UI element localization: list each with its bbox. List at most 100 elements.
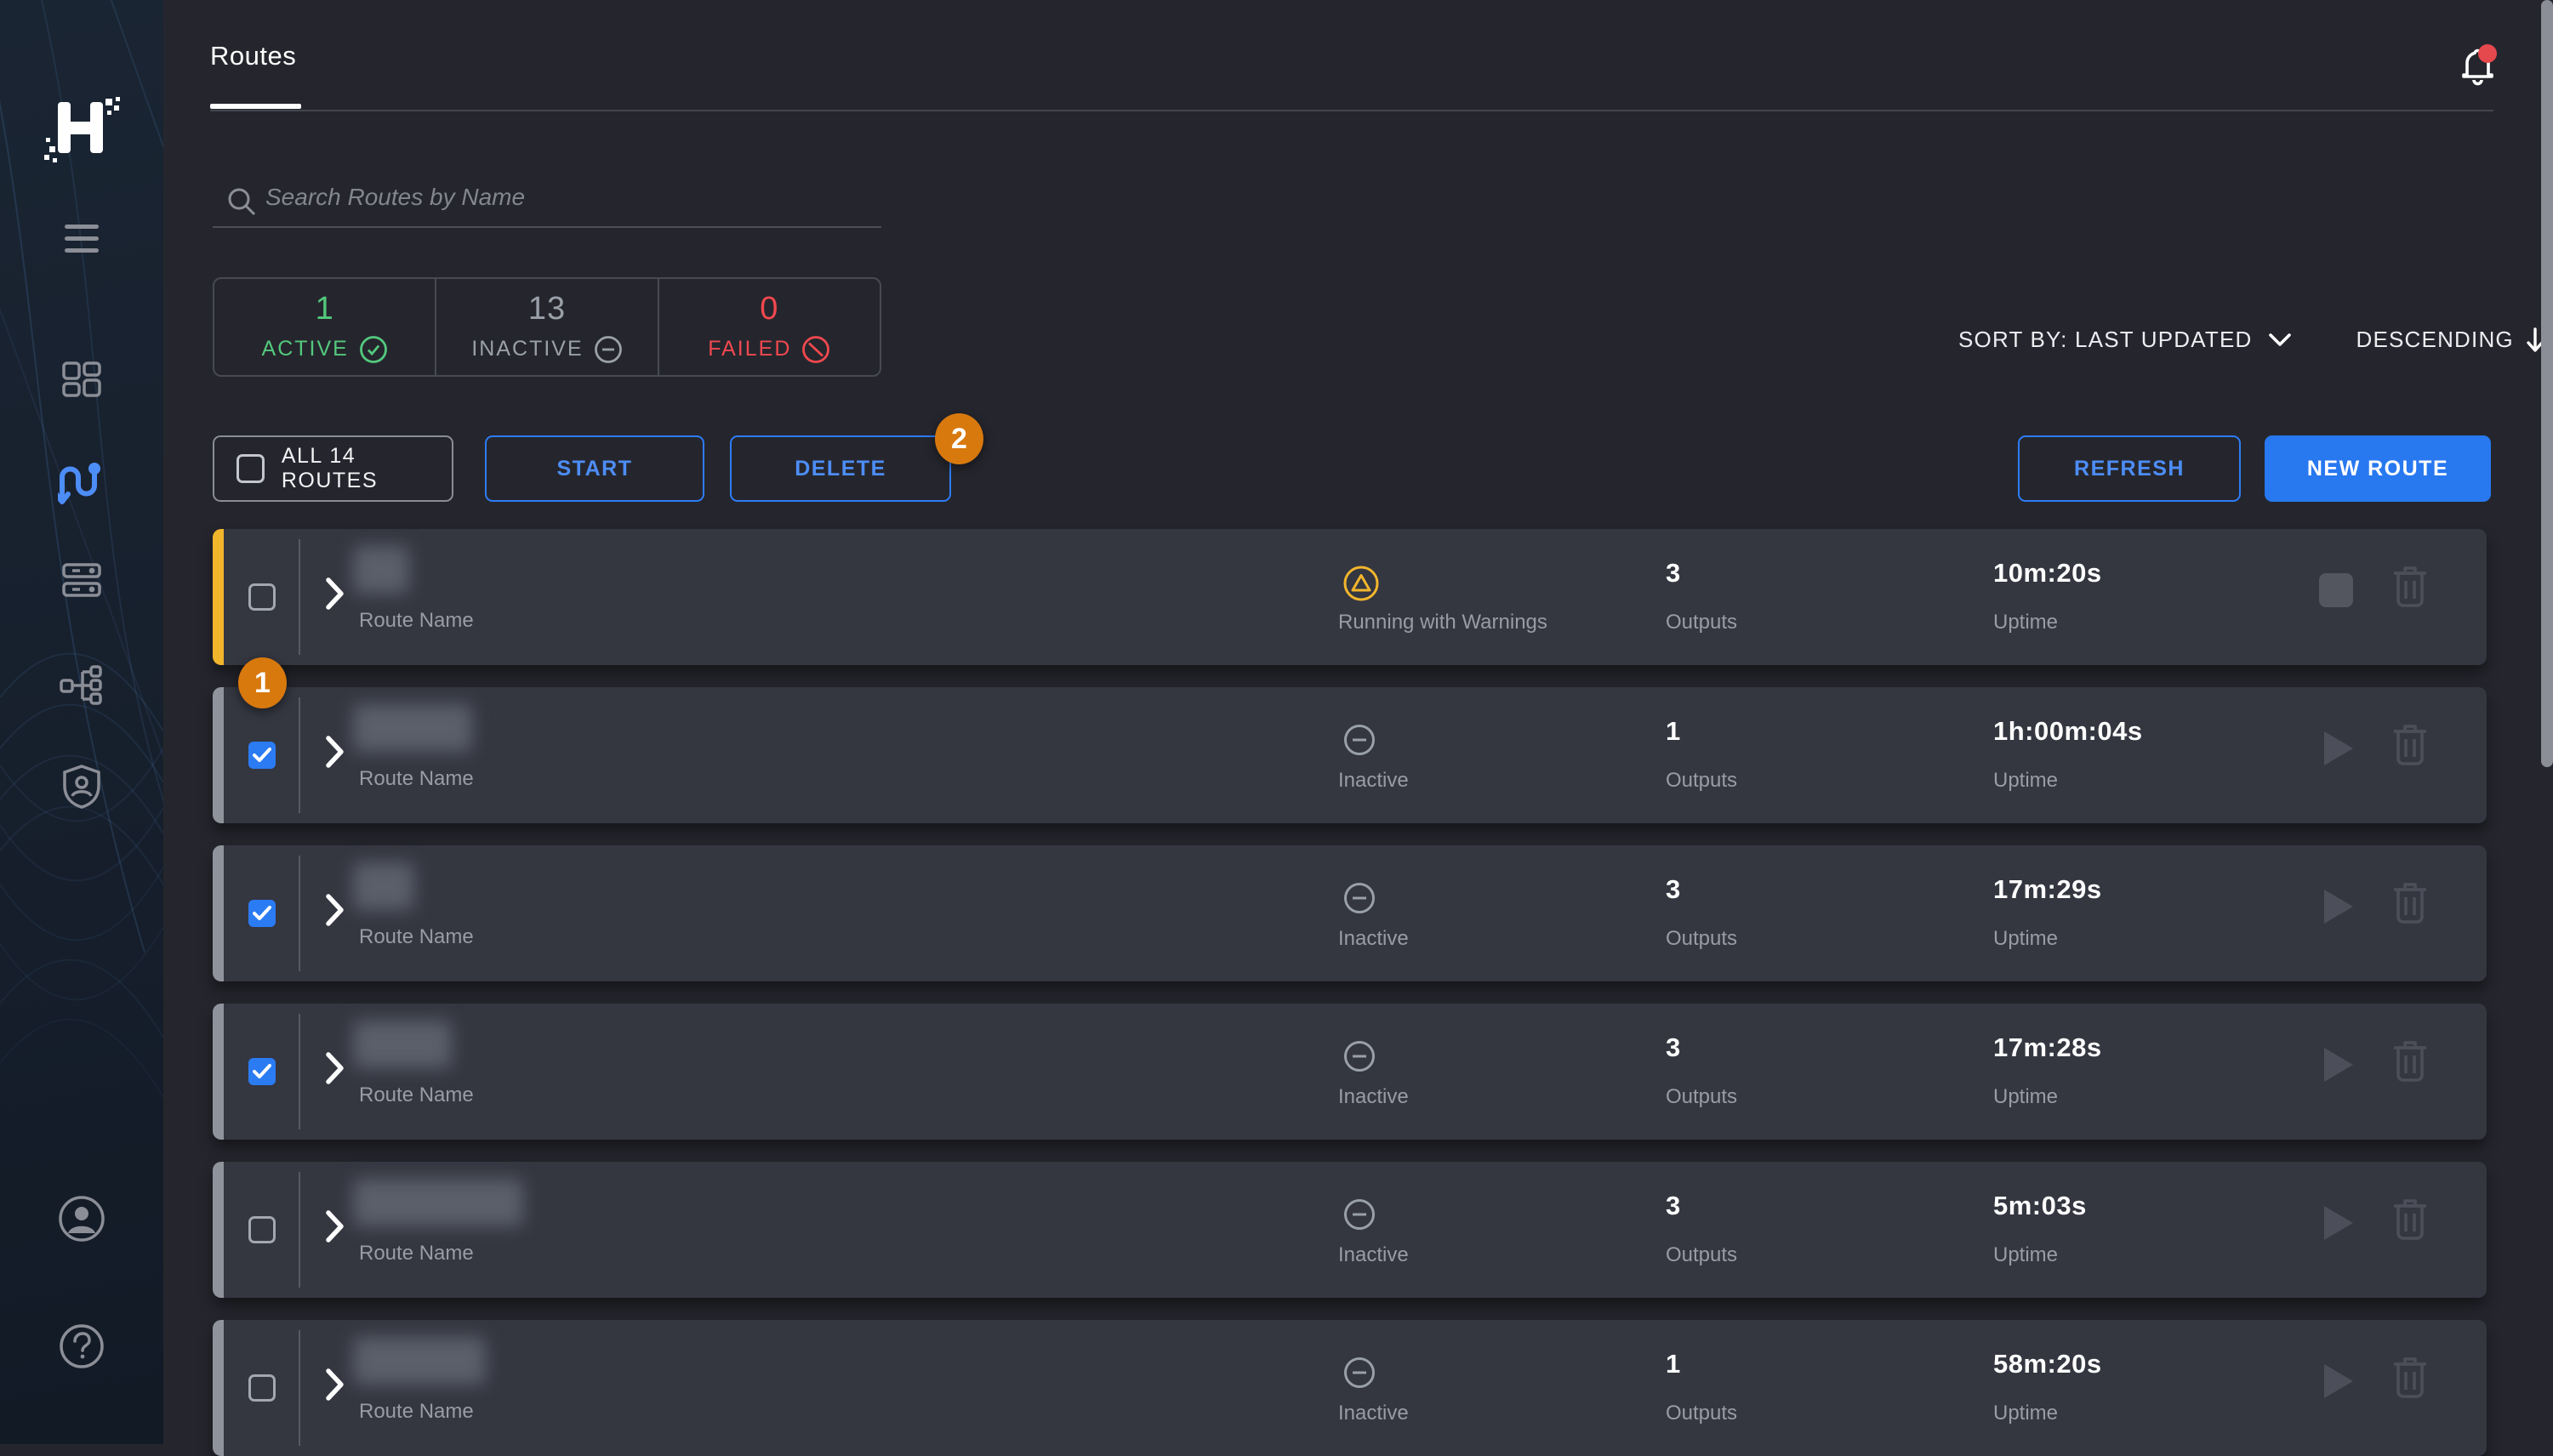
route-name-label: Route Name	[359, 1400, 474, 1424]
play-icon	[2319, 1203, 2356, 1243]
row-checkbox[interactable]	[248, 1058, 276, 1085]
uptime-value: 17m:29s	[1993, 874, 2102, 905]
search-routes	[213, 179, 881, 228]
route-row: Route Name Running with Warnings 3 Outpu…	[213, 529, 2487, 665]
select-all-checkbox[interactable]	[236, 454, 265, 483]
refresh-button[interactable]: REFRESH	[2018, 435, 2241, 502]
outputs-count: 1	[1666, 1349, 1681, 1379]
row-divider	[299, 1014, 300, 1129]
delete-button[interactable]: DELETE	[730, 435, 951, 502]
app-logo	[0, 95, 163, 173]
start-button[interactable]: START	[485, 435, 704, 502]
sort-by-dropdown[interactable]: SORT BY: LAST UPDATED	[1958, 327, 2292, 353]
tab-routes[interactable]: Routes	[210, 41, 296, 71]
delete-route-button[interactable]	[2391, 565, 2430, 613]
row-divider	[299, 697, 300, 813]
sidebar-item-security[interactable]	[0, 764, 163, 810]
uptime-label: Uptime	[1993, 1085, 2058, 1109]
inactive-status-icon	[1342, 723, 1376, 761]
menu-hamburger-icon[interactable]	[0, 223, 163, 255]
check-circle-icon	[359, 335, 388, 364]
route-name-redacted	[353, 1021, 452, 1068]
stat-failed: 0 FAILED	[658, 279, 880, 375]
stop-route-button[interactable]	[2319, 570, 2353, 607]
expand-chevron-icon[interactable]	[325, 893, 345, 931]
select-all-label: ALL 14 ROUTES	[282, 444, 452, 493]
outputs-count: 3	[1666, 1191, 1681, 1221]
search-input[interactable]	[213, 179, 881, 228]
outputs-label: Outputs	[1666, 769, 1737, 793]
stat-inactive: 13 INACTIVE	[435, 279, 657, 375]
route-row: Route Name Inactive 3 Outputs 5m:03s Upt…	[213, 1162, 2487, 1298]
sort-bar: SORT BY: LAST UPDATED DESCENDING	[1958, 327, 2544, 353]
row-accent-bar	[213, 529, 224, 665]
help-icon[interactable]	[0, 1323, 163, 1369]
route-name-redacted	[353, 1337, 486, 1385]
expand-chevron-icon[interactable]	[325, 735, 345, 773]
active-tab-indicator	[210, 104, 301, 109]
start-route-button[interactable]	[2319, 886, 2356, 931]
select-all-routes-button[interactable]: ALL 14 ROUTES	[213, 435, 453, 502]
uptime-value: 5m:03s	[1993, 1191, 2087, 1221]
outputs-count: 3	[1666, 558, 1681, 589]
expand-chevron-icon[interactable]	[325, 577, 345, 615]
uptime-label: Uptime	[1993, 611, 2058, 634]
sort-by-label: SORT BY: LAST UPDATED	[1958, 327, 2253, 353]
delete-route-button[interactable]	[2391, 1356, 2430, 1404]
inactive-count: 13	[528, 291, 566, 327]
delete-route-button[interactable]	[2391, 1039, 2430, 1088]
inactive-status-icon	[1342, 1356, 1376, 1394]
row-checkbox[interactable]	[248, 742, 276, 769]
active-label: ACTIVE	[262, 337, 349, 361]
scrollbar-thumb[interactable]	[2541, 0, 2553, 767]
route-row: Route Name Inactive 1 Outputs 58m:20s Up…	[213, 1320, 2487, 1456]
sort-direction-toggle[interactable]: DESCENDING	[2356, 327, 2544, 353]
expand-chevron-icon[interactable]	[325, 1209, 345, 1248]
sidebar-item-dashboard[interactable]	[0, 361, 163, 401]
account-icon[interactable]	[0, 1195, 163, 1243]
route-status: Inactive	[1338, 1402, 1409, 1425]
outputs-label: Outputs	[1666, 1402, 1737, 1425]
row-accent-bar	[213, 845, 224, 981]
row-checkbox[interactable]	[248, 1216, 276, 1243]
row-checkbox[interactable]	[248, 900, 276, 927]
blocked-circle-icon	[801, 335, 830, 364]
row-checkbox[interactable]	[248, 1374, 276, 1402]
route-name-label: Route Name	[359, 925, 474, 949]
annotation-badge-1: 1	[238, 657, 287, 708]
main-area: Routes 1 ACTIVE 13	[163, 0, 2553, 1444]
start-route-button[interactable]	[2319, 1203, 2356, 1248]
sidebar-item-servers[interactable]	[0, 561, 163, 600]
row-accent-bar	[213, 1162, 224, 1298]
delete-route-button[interactable]	[2391, 723, 2430, 771]
play-icon	[2319, 1044, 2356, 1085]
uptime-label: Uptime	[1993, 769, 2058, 793]
row-divider	[299, 856, 300, 971]
uptime-label: Uptime	[1993, 927, 2058, 951]
expand-chevron-icon[interactable]	[325, 1368, 345, 1406]
route-status: Inactive	[1338, 769, 1409, 793]
expand-chevron-icon[interactable]	[325, 1051, 345, 1089]
outputs-label: Outputs	[1666, 611, 1737, 634]
start-route-button[interactable]	[2319, 1044, 2356, 1089]
outputs-label: Outputs	[1666, 927, 1737, 951]
route-name-label: Route Name	[359, 1242, 474, 1265]
start-route-button[interactable]	[2319, 1361, 2356, 1406]
delete-route-button[interactable]	[2391, 1197, 2430, 1246]
route-row: Route Name Inactive 1 Outputs 1h:00m:04s…	[213, 687, 2487, 823]
stop-icon	[2319, 573, 2353, 607]
uptime-value: 1h:00m:04s	[1993, 716, 2143, 747]
notifications-bell-icon[interactable]	[2455, 43, 2499, 87]
row-divider	[299, 1172, 300, 1288]
sidebar-item-routes[interactable]	[0, 458, 163, 510]
outputs-count: 1	[1666, 716, 1681, 747]
stat-active: 1 ACTIVE	[214, 279, 435, 375]
row-checkbox[interactable]	[248, 583, 276, 611]
uptime-value: 10m:20s	[1993, 558, 2102, 589]
start-route-button[interactable]	[2319, 728, 2356, 773]
route-name-label: Route Name	[359, 767, 474, 791]
row-divider	[299, 539, 300, 655]
sidebar-item-topology[interactable]	[0, 663, 163, 708]
new-route-button[interactable]: NEW ROUTE	[2265, 435, 2491, 502]
delete-route-button[interactable]	[2391, 881, 2430, 930]
